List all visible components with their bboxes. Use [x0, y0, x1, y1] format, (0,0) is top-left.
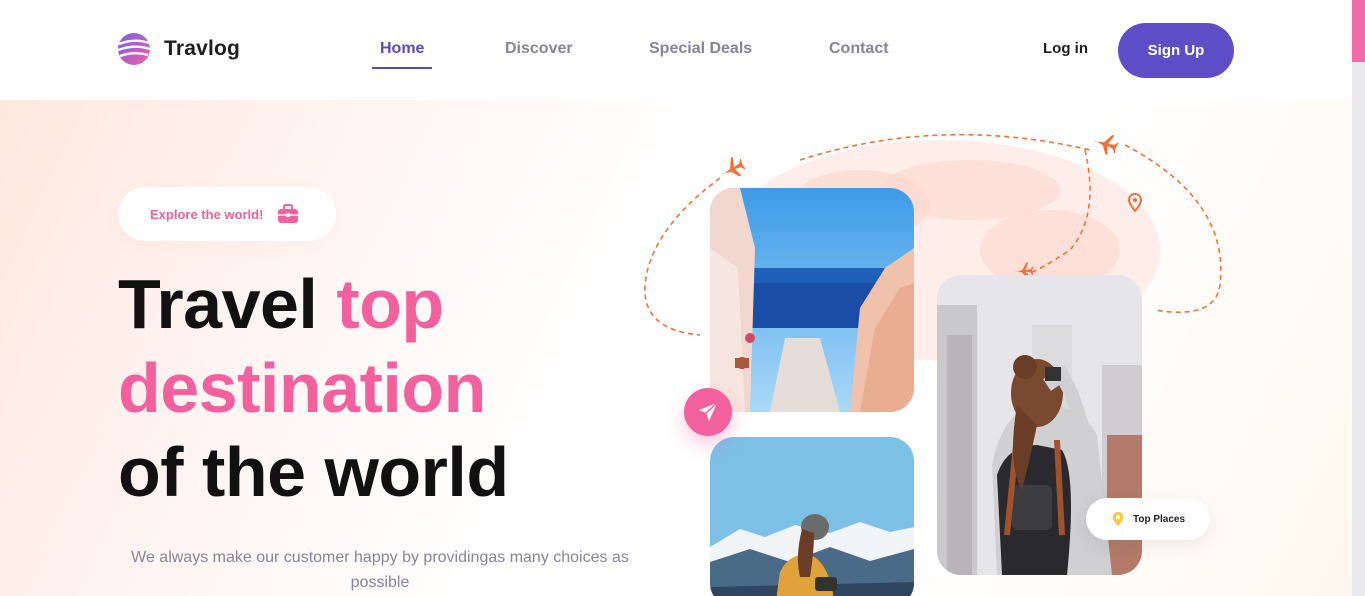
login-link[interactable]: Log in [1043, 40, 1088, 57]
navbar: Travlog Home Discover Special Deals Cont… [0, 0, 1352, 100]
photo-mountain-hiker[interactable] [710, 437, 914, 596]
headline-destination: destination [118, 349, 486, 427]
location-pin-icon [1112, 511, 1124, 527]
headline-of-the-world: of the world [118, 433, 509, 511]
hero-headline: Travel top destination of the world [118, 262, 509, 514]
logo[interactable]: Travlog [117, 32, 240, 66]
nav-active-underline [372, 67, 432, 69]
page: Travlog Home Discover Special Deals Cont… [0, 0, 1352, 596]
nav-special-deals[interactable]: Special Deals [649, 40, 752, 58]
explore-badge: Explore the world! [118, 187, 336, 241]
briefcase-icon [278, 204, 299, 223]
explore-badge-label: Explore the world! [150, 206, 264, 222]
nav-discover[interactable]: Discover [505, 40, 573, 58]
top-places-label: Top Places [1133, 513, 1186, 525]
top-places-badge[interactable]: Top Places [1086, 498, 1210, 540]
photo-santorini[interactable] [710, 188, 914, 412]
hero-gallery: Top Places [640, 120, 1240, 596]
send-icon [698, 402, 718, 422]
headline-travel: Travel [118, 265, 318, 343]
nav-contact[interactable]: Contact [829, 40, 889, 58]
location-pin-icon [1128, 193, 1142, 213]
scrollbar[interactable] [1352, 0, 1365, 596]
send-button[interactable] [684, 388, 732, 436]
brand-name: Travlog [164, 37, 241, 60]
airplane-icon [722, 156, 746, 177]
headline-top: top [336, 265, 444, 343]
nav-home[interactable]: Home [380, 40, 424, 58]
signup-button[interactable]: Sign Up [1118, 23, 1234, 78]
scrollbar-thumb[interactable] [1352, 0, 1365, 62]
airplane-icon [1095, 134, 1119, 156]
hero-subtitle: We always make our customer happy by pro… [131, 549, 629, 591]
logo-icon [117, 33, 151, 65]
